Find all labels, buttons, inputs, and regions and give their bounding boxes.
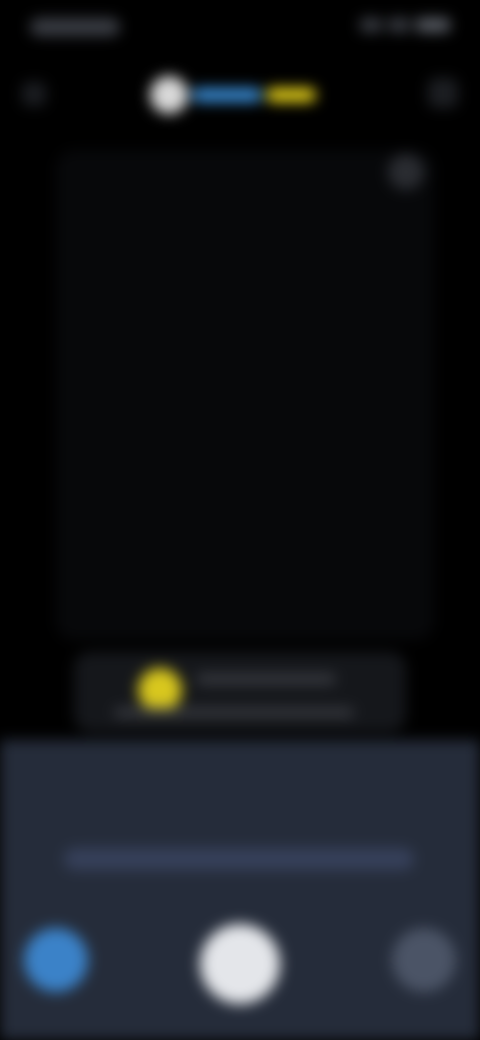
- menu-icon[interactable]: [428, 78, 458, 108]
- status-icons: [350, 18, 450, 36]
- mode-pill-blue[interactable]: [192, 88, 262, 102]
- bottom-panel: [0, 740, 480, 1040]
- caption-text: [64, 848, 414, 870]
- hint-title: [196, 674, 336, 684]
- battery-icon: [416, 18, 450, 32]
- camera-viewfinder[interactable]: [56, 150, 434, 640]
- signal-icon: [360, 18, 382, 32]
- flash-icon[interactable]: [388, 154, 424, 190]
- back-icon[interactable]: [22, 82, 46, 106]
- gallery-icon[interactable]: [24, 928, 88, 992]
- wifi-icon: [388, 18, 410, 32]
- status-time: [30, 18, 120, 36]
- shutter-button[interactable]: [200, 924, 280, 1004]
- hint-bubble: [74, 652, 406, 732]
- status-bar: [0, 0, 480, 60]
- mode-dot[interactable]: [150, 76, 188, 114]
- mode-pill-yellow[interactable]: [266, 88, 316, 102]
- lightbulb-icon: [138, 668, 182, 712]
- hint-text: [114, 708, 354, 717]
- mode-switcher[interactable]: [150, 72, 340, 118]
- camera-screen: [0, 0, 480, 1040]
- switch-camera-icon[interactable]: [392, 928, 456, 992]
